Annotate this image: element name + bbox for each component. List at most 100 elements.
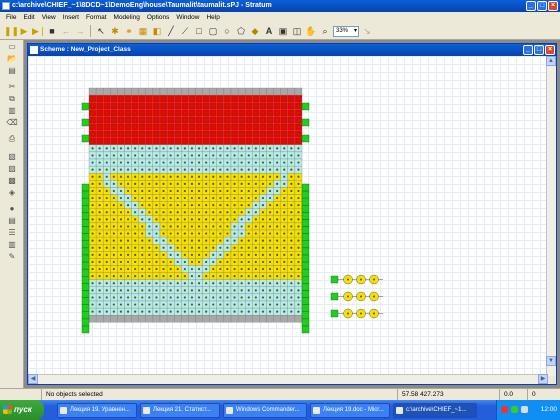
cell-node[interactable] [126, 218, 130, 221]
cell-node[interactable] [190, 118, 194, 122]
cell-node[interactable] [98, 267, 101, 271]
zoom-arrow-icon[interactable]: ↘ [361, 25, 373, 37]
cell-node[interactable] [190, 175, 194, 178]
input-port[interactable] [81, 276, 90, 284]
cell-node[interactable] [112, 104, 115, 107]
cell-node[interactable] [297, 111, 300, 114]
cell-node[interactable] [112, 182, 115, 185]
cell-node[interactable] [126, 232, 130, 235]
cell-node[interactable] [254, 246, 257, 249]
cell[interactable] [145, 315, 154, 323]
note-icon[interactable]: ✎ [6, 252, 18, 262]
cell-node[interactable] [290, 275, 293, 278]
cell-node[interactable] [169, 253, 172, 256]
cell-node[interactable] [247, 246, 250, 249]
cell-node[interactable] [148, 111, 151, 114]
cell-node[interactable] [205, 282, 208, 285]
cell-node[interactable] [155, 225, 158, 228]
cell-node[interactable] [297, 289, 300, 292]
output-port[interactable] [301, 318, 310, 327]
cell-node[interactable] [205, 133, 208, 136]
cell-node[interactable] [169, 275, 172, 278]
cell-node[interactable] [105, 111, 108, 114]
cell-node[interactable] [240, 189, 243, 193]
back-arrow-icon[interactable]: ← [60, 25, 72, 37]
cell-node[interactable] [183, 133, 186, 136]
cell-node[interactable] [148, 303, 151, 306]
cell-node[interactable] [91, 218, 94, 221]
cell-node[interactable] [190, 140, 194, 143]
cell-node[interactable] [98, 175, 101, 178]
cell[interactable] [110, 315, 118, 323]
cell-node[interactable] [205, 140, 208, 143]
cell-node[interactable] [162, 275, 165, 278]
cell-node[interactable] [112, 239, 115, 242]
cell-node[interactable] [162, 310, 165, 313]
open-icon[interactable]: 📂 [6, 54, 18, 64]
cell-node[interactable] [98, 182, 101, 185]
cell-node[interactable] [112, 253, 115, 256]
cell-node[interactable] [261, 260, 265, 264]
cell-node[interactable] [148, 196, 151, 200]
cell[interactable] [245, 315, 253, 323]
cell-node[interactable] [247, 239, 250, 242]
cell-node[interactable] [212, 154, 215, 157]
zoom-icon[interactable]: ⌕ [319, 25, 331, 37]
cell-node[interactable] [240, 147, 243, 150]
cell-node[interactable] [126, 133, 130, 136]
cell-node[interactable] [162, 104, 165, 107]
cell[interactable] [216, 87, 225, 96]
cell-node[interactable] [162, 267, 165, 271]
cell[interactable] [159, 87, 168, 96]
cell-node[interactable] [126, 125, 130, 129]
menu-options[interactable]: Options [144, 12, 172, 23]
cell-node[interactable] [155, 175, 158, 178]
cell-node[interactable] [205, 204, 208, 207]
cell-node[interactable] [134, 282, 137, 285]
cell-node[interactable] [297, 225, 300, 228]
cell-node[interactable] [197, 260, 201, 264]
cell[interactable] [95, 87, 104, 96]
cell-node[interactable] [290, 296, 293, 299]
cell-node[interactable] [183, 303, 186, 306]
cell-node[interactable] [134, 189, 137, 193]
minimize-button[interactable]: _ [526, 1, 536, 11]
cell-node[interactable] [226, 310, 229, 313]
cell-node[interactable] [148, 239, 151, 242]
cell-node[interactable] [297, 211, 300, 214]
cell-node[interactable] [233, 275, 236, 278]
cell-node[interactable] [240, 239, 243, 242]
cell-node[interactable] [197, 161, 201, 164]
cell-node[interactable] [197, 253, 201, 256]
cell-node[interactable] [290, 175, 293, 178]
objects-icon[interactable]: ▦ [137, 25, 149, 37]
cell-node[interactable] [205, 147, 208, 150]
cell-node[interactable] [134, 260, 137, 264]
cell-node[interactable] [205, 303, 208, 306]
cell-node[interactable] [98, 239, 101, 242]
cell-node[interactable] [162, 147, 165, 150]
cell-node[interactable] [190, 275, 194, 278]
cell[interactable] [209, 315, 217, 323]
cell-node[interactable] [276, 161, 279, 164]
cell-node[interactable] [197, 218, 201, 221]
image-icon[interactable]: ▣ [277, 25, 289, 37]
output-port[interactable] [301, 254, 310, 263]
cell-node[interactable] [126, 246, 130, 249]
cell-node[interactable] [119, 168, 123, 171]
cell-node[interactable] [91, 267, 94, 271]
cell-node[interactable] [240, 133, 243, 136]
cell-node[interactable] [276, 154, 279, 157]
cell[interactable] [245, 87, 253, 96]
cell-node[interactable] [205, 275, 208, 278]
cell-node[interactable] [247, 275, 250, 278]
input-port[interactable] [81, 197, 90, 206]
cell-node[interactable] [119, 182, 123, 185]
cell-node[interactable] [176, 133, 179, 136]
cell-node[interactable] [290, 125, 293, 129]
cell-node[interactable] [141, 182, 144, 185]
cell-node[interactable] [183, 218, 186, 221]
cell-node[interactable] [134, 267, 137, 271]
cell-node[interactable] [169, 218, 172, 221]
cell-node[interactable] [134, 97, 137, 100]
